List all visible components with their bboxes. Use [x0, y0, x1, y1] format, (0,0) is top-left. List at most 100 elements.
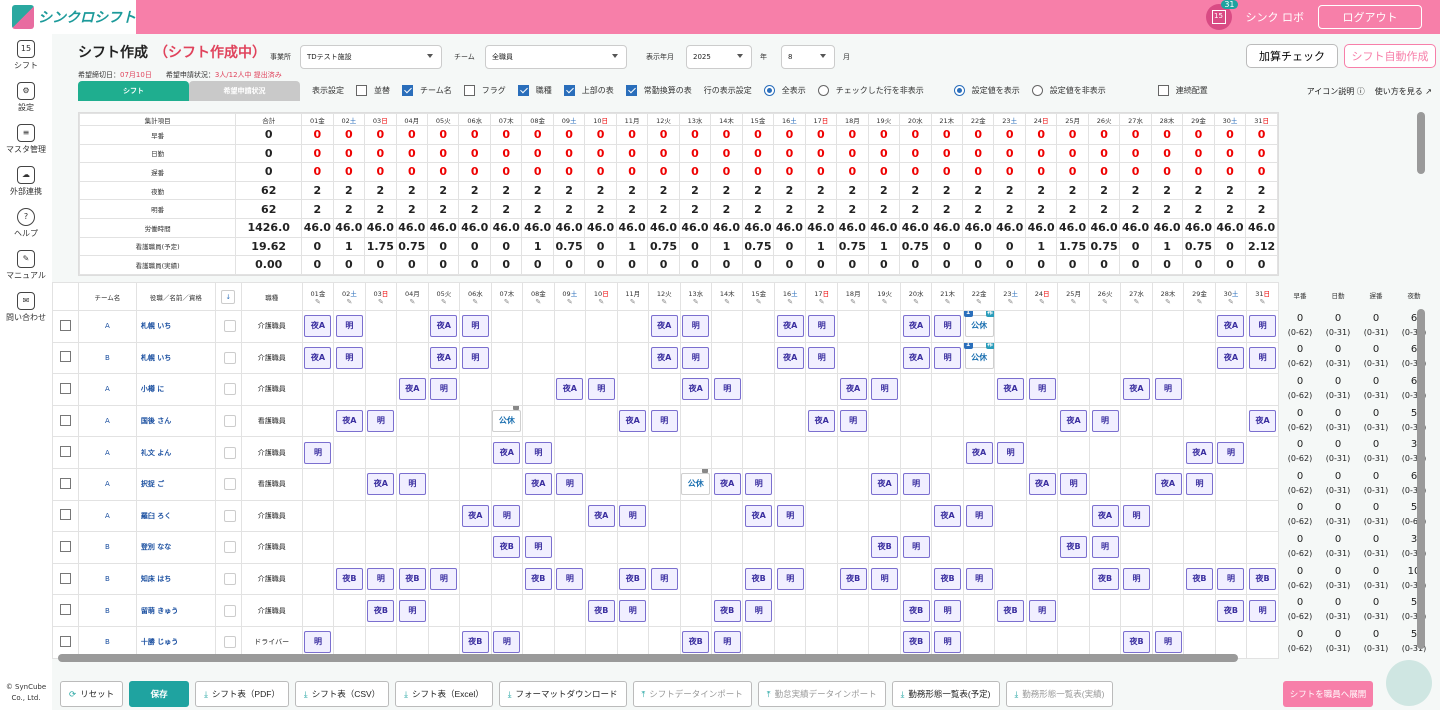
shift-cell[interactable]	[522, 499, 555, 533]
shift-cell[interactable]	[522, 404, 555, 438]
shift-cell[interactable]	[364, 341, 398, 375]
shift-chip[interactable]: 夜B	[745, 568, 773, 591]
day-header[interactable]: 01金 ✎	[301, 282, 335, 311]
shift-chip[interactable]: 明	[871, 378, 899, 401]
shift-chip[interactable]: 夜B	[335, 568, 363, 591]
shift-cell[interactable]	[994, 531, 1027, 564]
shift-cell[interactable]: 夜B	[1183, 562, 1216, 596]
shift-cell[interactable]	[1088, 310, 1122, 343]
shift-cell[interactable]	[899, 404, 933, 438]
shift-cell[interactable]	[616, 467, 650, 501]
shift-cell[interactable]: 明	[1214, 436, 1248, 469]
shift-cell[interactable]	[899, 562, 933, 596]
shift-cell[interactable]	[1214, 467, 1248, 501]
shift-cell[interactable]	[585, 341, 618, 375]
shift-cell[interactable]	[1120, 341, 1153, 375]
day-header[interactable]: 21木 ✎	[931, 282, 964, 311]
day-header[interactable]: 24日 ✎	[1025, 282, 1059, 311]
shift-cell[interactable]	[679, 404, 713, 438]
shift-cell[interactable]	[679, 562, 713, 596]
day-header[interactable]: 02土 ✎	[333, 282, 366, 311]
footer-button-7[interactable]: ⤒ 勤怠実績データインポート	[757, 681, 886, 707]
shift-cell[interactable]	[962, 467, 996, 501]
shift-cell[interactable]	[427, 467, 461, 501]
shift-chip[interactable]: 夜A	[587, 504, 615, 527]
shift-cell[interactable]: 明	[1088, 404, 1122, 438]
shift-cell[interactable]	[648, 373, 681, 406]
day-header[interactable]: 30土 ✎	[1214, 282, 1248, 311]
shift-cell[interactable]	[710, 341, 744, 375]
shift-cell[interactable]	[459, 404, 492, 438]
option-checkbox-2[interactable]	[463, 85, 475, 96]
shift-cell[interactable]	[962, 594, 996, 627]
consecutive-checkbox[interactable]	[1157, 85, 1169, 96]
row-checkbox[interactable]	[59, 509, 71, 521]
day-header[interactable]: 06水 ✎	[459, 282, 492, 311]
shift-cell[interactable]	[427, 531, 461, 564]
shift-cell[interactable]	[553, 499, 587, 533]
shift-cell[interactable]	[742, 310, 775, 343]
shift-cell[interactable]	[994, 467, 1027, 501]
holiday-chip[interactable]: 公休 1 希	[964, 343, 994, 369]
shift-cell[interactable]	[1025, 531, 1059, 564]
shift-chip[interactable]: 夜A	[556, 378, 584, 401]
shift-cell[interactable]: 夜A	[1246, 404, 1279, 438]
shift-cell[interactable]: 夜A	[1151, 467, 1185, 501]
shift-chip[interactable]: 夜B	[902, 631, 930, 654]
shift-cell[interactable]: 明	[1057, 467, 1090, 501]
shift-chip[interactable]: 明	[493, 631, 521, 654]
shift-chip[interactable]: 明	[1186, 473, 1213, 496]
shift-chip[interactable]: 明	[430, 378, 458, 401]
shift-chip[interactable]: 夜B	[619, 568, 647, 591]
shift-cell[interactable]	[1120, 467, 1153, 501]
row-checkbox[interactable]	[59, 446, 71, 458]
holiday-chip[interactable]: 公休	[681, 469, 711, 496]
shift-cell[interactable]	[396, 531, 429, 564]
shift-cell[interactable]	[710, 404, 744, 438]
shift-chip[interactable]: 明	[776, 568, 804, 591]
day-header[interactable]: 31日 ✎	[1246, 282, 1279, 311]
shift-cell[interactable]: 夜B	[710, 594, 744, 627]
shift-cell[interactable]	[333, 531, 366, 564]
shift-cell[interactable]: 明	[899, 531, 933, 564]
shift-cell[interactable]: 公休 1 希	[962, 310, 996, 343]
sidebar-item-0[interactable]: 15 シフト	[0, 34, 52, 76]
shift-cell[interactable]: 夜B	[931, 562, 964, 596]
day-header[interactable]: 29金 ✎	[1183, 282, 1216, 311]
shift-cell[interactable]	[836, 310, 870, 343]
shift-chip[interactable]: 明	[1091, 536, 1119, 559]
shift-cell[interactable]: 夜A	[994, 373, 1027, 406]
shift-cell[interactable]	[1151, 594, 1185, 627]
shift-cell[interactable]	[364, 436, 398, 469]
shift-cell[interactable]	[1151, 562, 1185, 596]
shift-cell[interactable]: 明	[522, 531, 555, 564]
shift-cell[interactable]	[931, 436, 964, 469]
shift-cell[interactable]	[427, 404, 461, 438]
shift-chip[interactable]: 夜B	[871, 536, 899, 559]
shift-chip[interactable]: 明	[461, 315, 489, 338]
shift-cell[interactable]: 明	[616, 499, 650, 533]
shift-cell[interactable]	[427, 499, 461, 533]
shift-cell[interactable]: 夜A	[364, 467, 398, 501]
shift-cell[interactable]	[710, 531, 744, 564]
shift-cell[interactable]: 明	[1120, 499, 1153, 533]
shift-chip[interactable]: 明	[304, 441, 332, 464]
shift-cell[interactable]: 夜A	[333, 404, 366, 438]
shift-cell[interactable]: 夜A	[773, 310, 807, 343]
shift-chip[interactable]: 明	[965, 568, 993, 591]
shift-cell[interactable]	[1057, 436, 1090, 469]
shift-cell[interactable]: 夜B	[1057, 531, 1090, 564]
shift-chip[interactable]: 夜B	[493, 536, 521, 559]
shift-cell[interactable]	[1025, 562, 1059, 596]
option-checkbox-1[interactable]	[402, 85, 413, 96]
shift-cell[interactable]: 明	[585, 373, 618, 406]
shift-cell[interactable]: 夜B	[1088, 562, 1122, 596]
shift-cell[interactable]: 夜A	[962, 436, 996, 469]
shift-cell[interactable]	[648, 499, 681, 533]
shift-cell[interactable]	[648, 594, 681, 627]
shift-chip[interactable]: 明	[745, 473, 773, 496]
shift-cell[interactable]	[868, 341, 901, 375]
shift-cell[interactable]: 明	[1025, 594, 1059, 627]
shift-cell[interactable]	[1214, 373, 1248, 406]
value-radio-0[interactable]	[953, 85, 965, 96]
